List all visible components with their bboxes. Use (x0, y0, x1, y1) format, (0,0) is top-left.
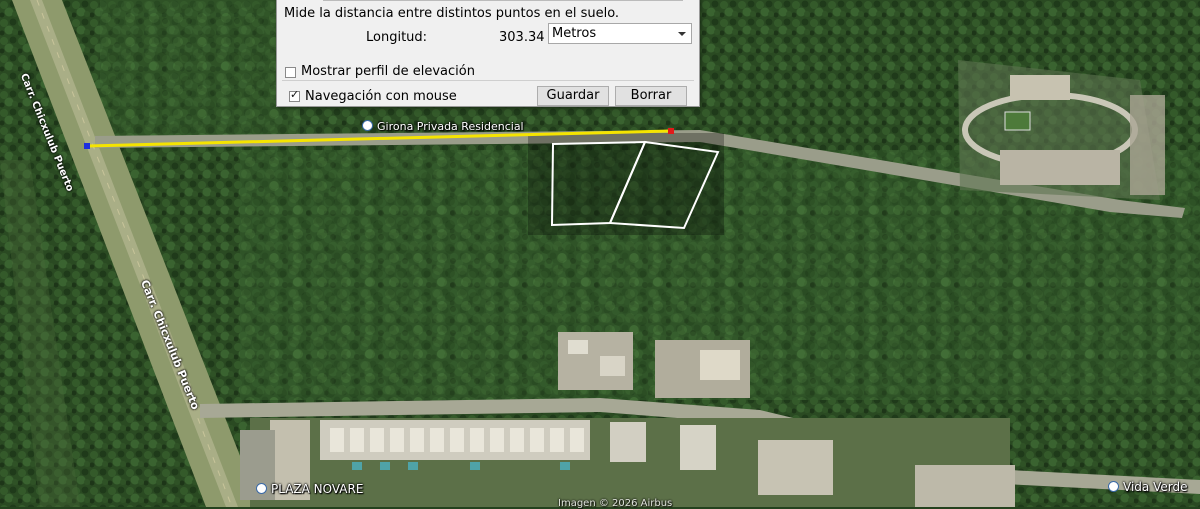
ruler-start-point[interactable] (84, 143, 90, 149)
length-label: Longitud: (366, 30, 428, 45)
chevron-down-icon (678, 32, 686, 36)
place-label-girona[interactable]: Girona Privada Residencial (362, 120, 524, 133)
dialog-tab-strip (323, 0, 683, 1)
place-pin-icon (1108, 481, 1119, 492)
dialog-separator (282, 80, 694, 81)
ruler-dialog: Mide la distancia entre distintos puntos… (276, 0, 700, 107)
place-label-plaza-novare[interactable]: PLAZA NOVARE (256, 482, 363, 496)
ruler-end-point[interactable] (668, 128, 674, 134)
place-pin-icon (362, 120, 373, 131)
length-value: 303.34 (499, 30, 545, 45)
elevation-profile-label: Mostrar perfil de elevación (301, 64, 475, 79)
unit-select-value: Metros (552, 26, 597, 41)
elevation-profile-checkbox[interactable] (285, 67, 296, 78)
save-button[interactable]: Guardar (537, 86, 609, 106)
imagery-credit: Imagen © 2026 Airbus (558, 498, 673, 509)
place-label-vida-verde[interactable]: Vida Verde (1108, 480, 1187, 494)
mouse-navigation-checkbox[interactable] (289, 88, 300, 102)
unit-select[interactable]: Metros (548, 23, 692, 44)
clear-button[interactable]: Borrar (615, 86, 687, 106)
ruler-description: Mide la distancia entre distintos puntos… (284, 6, 620, 21)
shopping-pin-icon (256, 483, 267, 494)
mouse-navigation-label: Navegación con mouse (305, 89, 457, 104)
